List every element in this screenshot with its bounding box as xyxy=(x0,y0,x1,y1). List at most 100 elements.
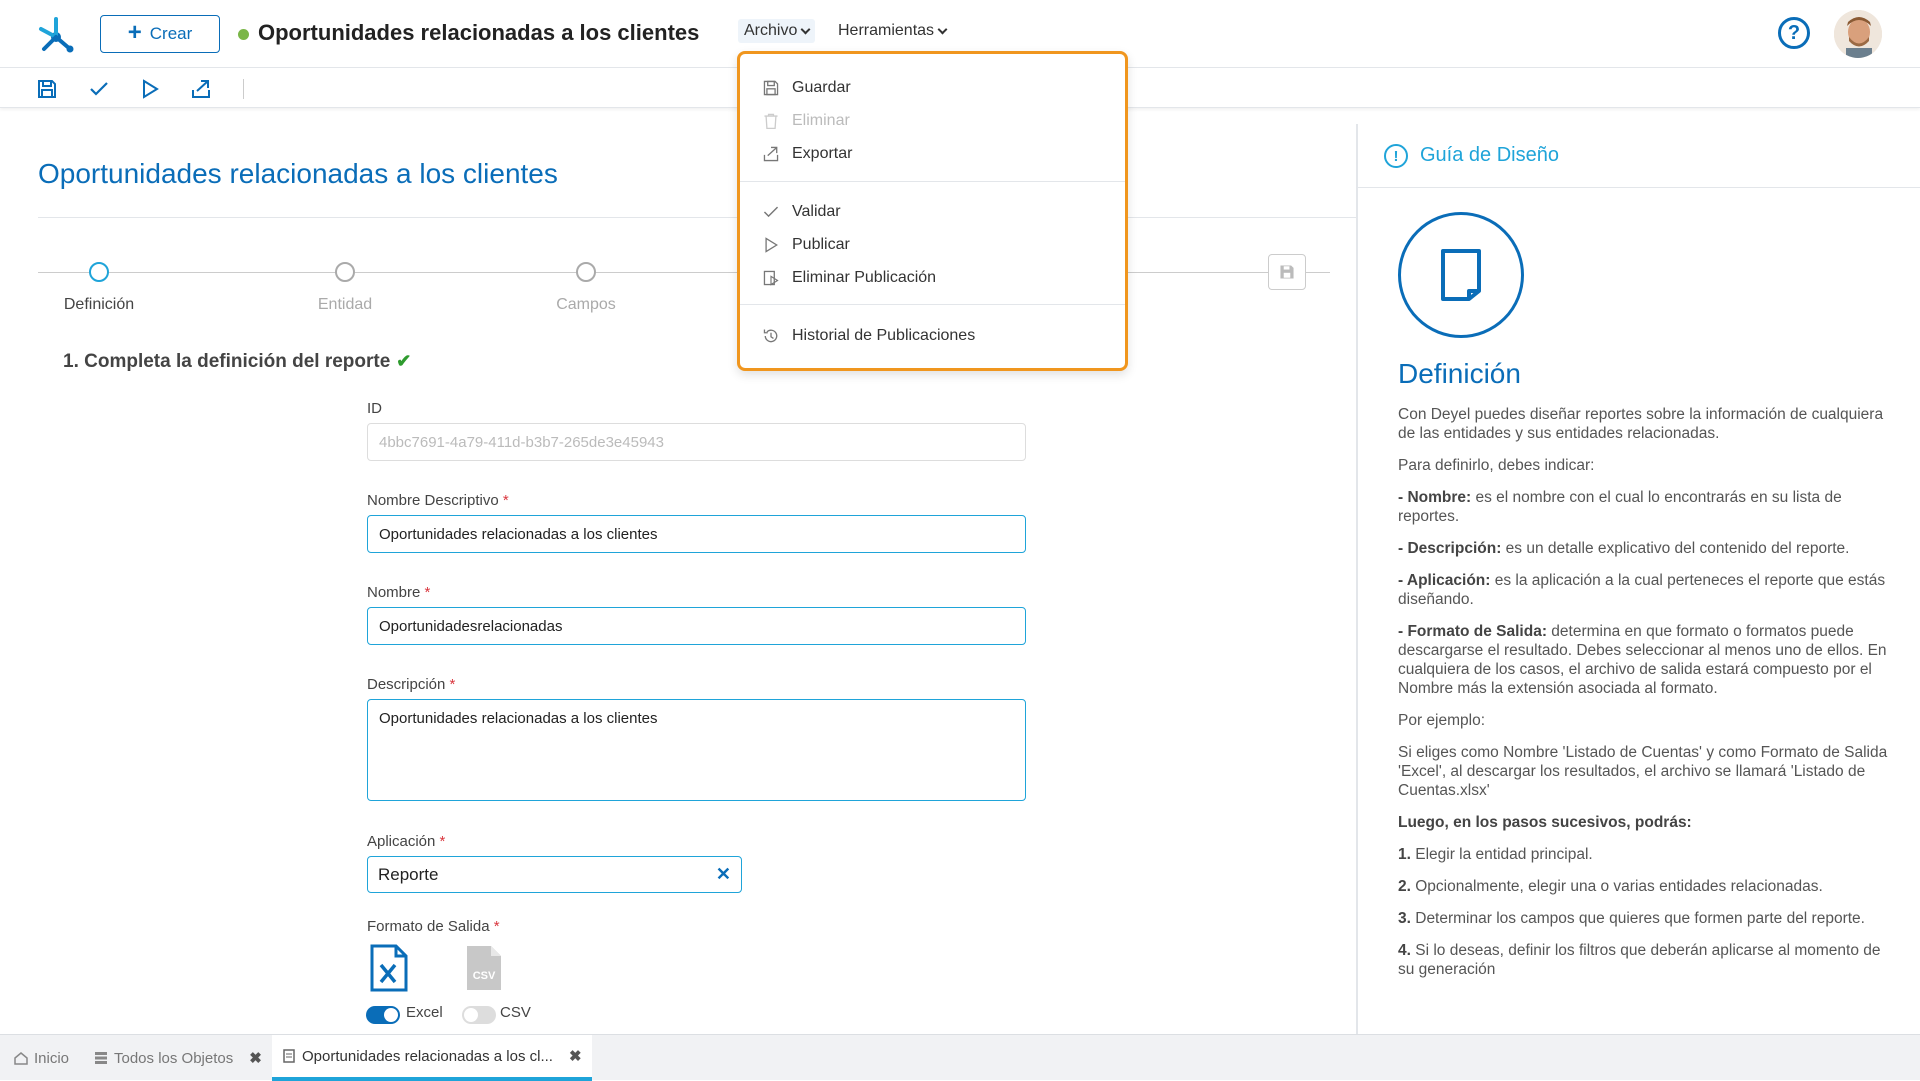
aplicacion-select[interactable]: Reporte ✕ xyxy=(367,856,742,893)
step-entidad[interactable] xyxy=(335,262,355,282)
close-icon[interactable]: ✖ xyxy=(569,1047,582,1065)
step-definicion[interactable] xyxy=(89,262,109,282)
nombre-input[interactable]: Oportunidadesrelacionadas xyxy=(367,607,1026,645)
save-icon xyxy=(1280,265,1294,279)
guide-paragraph: Para definirlo, debes indicar: xyxy=(1398,457,1595,474)
csv-toggle-label: CSV xyxy=(500,1004,531,1021)
formato-label-text: Formato de Salida xyxy=(367,918,490,935)
status-indicator xyxy=(238,29,249,40)
check-icon: ✔ xyxy=(396,351,412,371)
save-step-button[interactable] xyxy=(1268,254,1306,290)
export-toolbar-button[interactable] xyxy=(188,76,214,102)
document-icon xyxy=(1441,249,1481,301)
menu-item-exportar[interactable]: Exportar xyxy=(762,142,852,166)
csv-file-icon[interactable]: CSV xyxy=(465,944,503,992)
tab-todos-objetos-label: Todos los Objetos xyxy=(114,1049,234,1067)
create-button[interactable]: + Crear xyxy=(100,15,220,53)
object-title: Oportunidades relacionadas a los cliente… xyxy=(258,20,700,45)
export-icon xyxy=(763,146,779,162)
export-icon xyxy=(192,80,210,98)
descripcion-textarea[interactable]: Oportunidades relacionadas a los cliente… xyxy=(367,699,1026,801)
guide-paragraph: Con Deyel puedes diseñar reportes sobre … xyxy=(1398,406,1884,442)
create-button-label: Crear xyxy=(149,24,193,43)
page-title: Oportunidades relacionadas a los cliente… xyxy=(38,158,558,189)
required-mark: * xyxy=(502,492,509,509)
home-icon xyxy=(14,1052,28,1065)
menu-item-label: Eliminar Publicación xyxy=(792,269,937,286)
plus-icon: + xyxy=(127,19,142,46)
deyel-logo-icon[interactable] xyxy=(36,13,76,53)
guide-step: 2. Opcionalmente, elegir una o varias en… xyxy=(1398,877,1898,896)
avatar[interactable] xyxy=(1834,10,1882,58)
toggle-knob xyxy=(464,1008,478,1022)
menu-item-publicar[interactable]: Publicar xyxy=(762,233,850,257)
descripcion-label-text: Descripción xyxy=(367,676,446,693)
help-icon[interactable]: ? xyxy=(1778,17,1810,49)
guide-term: - Formato de Salida: xyxy=(1398,623,1547,640)
svg-text:CSV: CSV xyxy=(473,970,496,982)
tab-current-report[interactable]: Oportunidades relacionadas a los cl... ✖ xyxy=(272,1035,592,1081)
guide-header: ! Guía de Diseño xyxy=(1358,124,1920,188)
save-icon xyxy=(763,80,779,96)
nombre-descriptivo-label: Nombre Descriptivo * xyxy=(367,492,509,509)
csv-toggle[interactable] xyxy=(462,1006,496,1024)
required-mark: * xyxy=(424,584,431,601)
tab-todos-objetos[interactable]: Todos los Objetos ✖ xyxy=(84,1035,272,1081)
menu-item-validar[interactable]: Validar xyxy=(762,200,841,224)
guide-term-text: es un detalle explicativo del contenido … xyxy=(1501,540,1850,557)
menu-archivo[interactable]: Archivo xyxy=(738,19,816,43)
menu-herramientas-label: Herramientas xyxy=(838,22,935,39)
menu-item-eliminar-publicacion[interactable]: Eliminar Publicación xyxy=(762,266,936,290)
save-toolbar-button[interactable] xyxy=(34,76,60,102)
step-campos[interactable] xyxy=(576,262,596,282)
section-title-text: 1. Completa la definición del reporte xyxy=(63,351,391,372)
excel-toggle-label: Excel xyxy=(406,1004,443,1021)
stepper-track xyxy=(38,272,1330,273)
excel-file-icon[interactable] xyxy=(370,944,408,992)
nombre-descriptivo-label-text: Nombre Descriptivo xyxy=(367,492,499,509)
guide-step-text: Determinar los campos que quieres que fo… xyxy=(1410,910,1865,927)
guide-body: Con Deyel puedes diseñar reportes sobre … xyxy=(1398,405,1898,992)
id-label: ID xyxy=(367,400,382,417)
archivo-dropdown-menu: Guardar Eliminar Exportar Validar Public… xyxy=(737,51,1128,371)
report-icon xyxy=(283,1049,295,1063)
toggle-knob xyxy=(384,1008,398,1022)
guide-step-text: Elegir la entidad principal. xyxy=(1410,846,1593,863)
guide-item-nombre: - Nombre: es el nombre con el cual lo en… xyxy=(1398,488,1898,526)
guide-step: 4. Si lo deseas, definir los filtros que… xyxy=(1398,941,1898,979)
required-mark: * xyxy=(439,833,446,850)
guide-step-number: 3. xyxy=(1398,910,1411,927)
guide-term: - Nombre: xyxy=(1398,489,1472,506)
guide-step-text: Si lo deseas, definir los filtros que de… xyxy=(1398,942,1881,978)
menu-item-label: Publicar xyxy=(792,236,850,253)
nombre-descriptivo-input[interactable]: Oportunidades relacionadas a los cliente… xyxy=(367,515,1026,553)
menu-herramientas[interactable]: Herramientas xyxy=(838,22,948,40)
validate-toolbar-button[interactable] xyxy=(86,76,112,102)
check-icon xyxy=(763,206,779,218)
menu-item-guardar[interactable]: Guardar xyxy=(762,76,851,100)
guide-paragraph: Por ejemplo: xyxy=(1398,712,1486,729)
guide-step-text: Opcionalmente, elegir una o varias entid… xyxy=(1410,878,1823,895)
close-icon[interactable]: ✖ xyxy=(249,1049,262,1067)
guide-step: 1. Elegir la entidad principal. xyxy=(1398,845,1898,864)
title-divider xyxy=(38,217,1356,218)
unpublish-icon xyxy=(763,270,779,286)
document-circle-icon xyxy=(1398,212,1524,338)
info-icon: ! xyxy=(1384,144,1408,168)
play-icon xyxy=(143,79,159,99)
guide-paragraph: Luego, en los pasos sucesivos, podrás: xyxy=(1398,813,1898,832)
guide-term: Luego, en los pasos sucesivos, podrás: xyxy=(1398,814,1692,831)
excel-toggle[interactable] xyxy=(366,1006,400,1024)
publish-toolbar-button[interactable] xyxy=(137,76,163,102)
chevron-down-icon xyxy=(800,24,811,34)
history-icon xyxy=(763,329,778,343)
tab-inicio[interactable]: Inicio xyxy=(4,1035,79,1081)
menu-item-label: Historial de Publicaciones xyxy=(792,327,976,344)
bottom-tab-bar: Inicio Todos los Objetos ✖ Oportunidades… xyxy=(0,1034,1920,1081)
menu-divider xyxy=(740,181,1125,182)
aplicacion-label: Aplicación * xyxy=(367,833,445,850)
menu-item-historial[interactable]: Historial de Publicaciones xyxy=(762,324,975,348)
required-mark: * xyxy=(493,918,500,935)
clear-icon[interactable]: ✕ xyxy=(716,864,731,885)
menu-item-eliminar: Eliminar xyxy=(762,109,850,133)
